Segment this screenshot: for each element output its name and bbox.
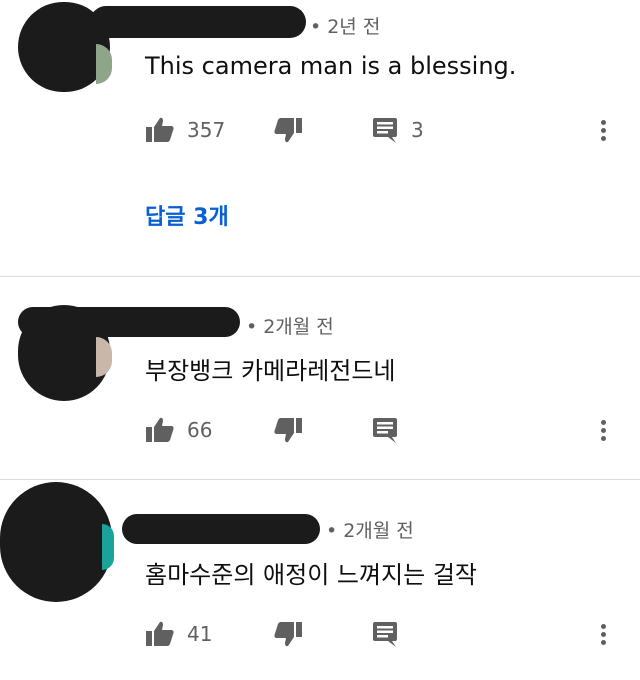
comment-text: This camera man is a blessing. — [145, 52, 517, 80]
dislike-button[interactable] — [273, 116, 303, 144]
more-vert-icon-dot — [601, 640, 606, 645]
more-vert-icon-dot — [601, 428, 606, 433]
like-count: 357 — [187, 118, 226, 142]
comment-icon — [371, 416, 399, 444]
avatar-edge — [96, 337, 112, 377]
thumb-down-icon — [273, 620, 303, 648]
avatar-edge — [102, 524, 114, 570]
like-button[interactable]: 357 — [145, 116, 225, 144]
more-options-button[interactable] — [598, 116, 608, 146]
more-options-button[interactable] — [598, 416, 608, 446]
comment-timestamp: • 2년 전 — [310, 16, 381, 38]
comment-item: • 2개월 전 홈마수준의 애정이 느껴지는 걸작 41 — [0, 480, 640, 680]
thumb-up-icon — [145, 116, 175, 144]
like-button[interactable]: 41 — [145, 620, 212, 648]
more-vert-icon — [601, 624, 606, 629]
redacted-username[interactable] — [18, 307, 240, 337]
reply-count: 3 — [411, 118, 424, 142]
dislike-button[interactable] — [273, 620, 303, 648]
more-vert-icon — [601, 120, 606, 125]
like-button[interactable]: 66 — [145, 416, 212, 444]
redacted-avatar — [0, 482, 112, 602]
like-count: 41 — [187, 622, 213, 646]
like-count: 66 — [187, 418, 213, 442]
redacted-username[interactable] — [122, 514, 320, 544]
comment-timestamp: • 2개월 전 — [246, 316, 334, 338]
comment-actions: 357 3 — [145, 116, 625, 146]
comment-timestamp: • 2개월 전 — [326, 520, 414, 542]
comment-item: • 2년 전 This camera man is a blessing. 357… — [0, 0, 640, 276]
view-replies-link[interactable]: 답글 3개 — [145, 199, 229, 231]
reply-button[interactable]: 3 — [371, 116, 424, 144]
more-options-button[interactable] — [598, 620, 608, 650]
reply-button[interactable] — [371, 416, 399, 444]
reply-button[interactable] — [371, 620, 399, 648]
comment-icon — [371, 116, 399, 144]
thumb-up-icon — [145, 416, 175, 444]
comment-actions: 41 — [145, 620, 625, 650]
comment-text: 부장뱅크 카메라레전드네 — [145, 357, 396, 385]
redacted-username[interactable] — [90, 6, 306, 38]
more-vert-icon-dot — [601, 136, 606, 141]
comment-actions: 66 — [145, 416, 625, 446]
thumb-down-icon — [273, 116, 303, 144]
more-vert-icon-dot — [601, 436, 606, 441]
comment-text: 홈마수준의 애정이 느껴지는 걸작 — [145, 561, 478, 589]
dislike-button[interactable] — [273, 416, 303, 444]
thumb-up-icon — [145, 620, 175, 648]
more-vert-icon — [601, 420, 606, 425]
more-vert-icon-dot — [601, 128, 606, 133]
more-vert-icon-dot — [601, 632, 606, 637]
comment-icon — [371, 620, 399, 648]
thumb-down-icon — [273, 416, 303, 444]
comment-item: • 2개월 전 부장뱅크 카메라레전드네 66 — [0, 277, 640, 479]
